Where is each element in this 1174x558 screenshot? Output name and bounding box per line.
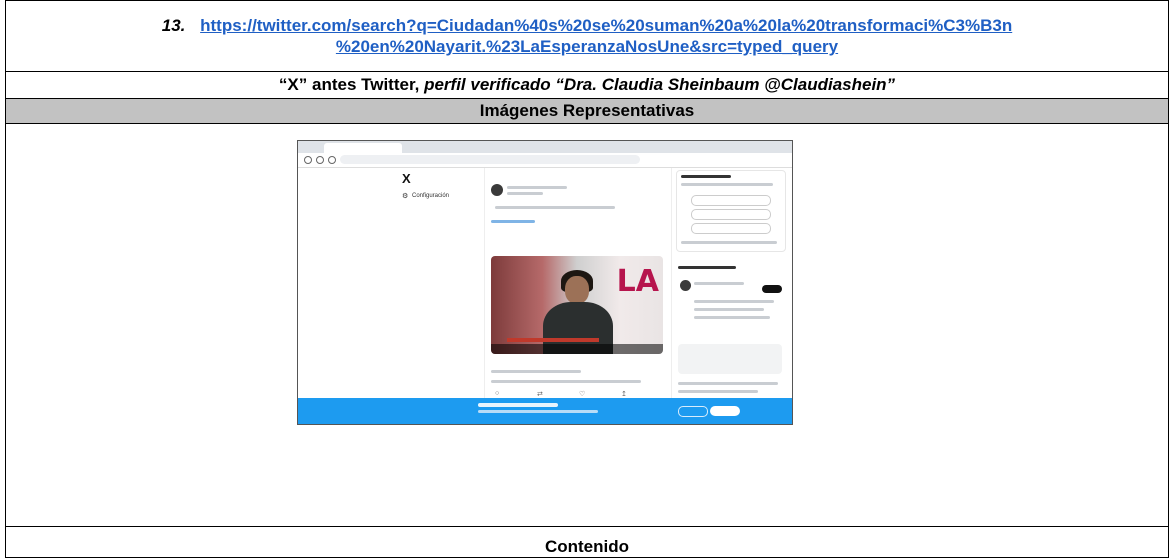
browser-tab-bar [298,141,792,153]
tweet-text [495,206,615,209]
author-handle [507,192,543,195]
evidence-table: 13. https://twitter.com/search?q=Ciudada… [5,0,1169,558]
profile-cell: “X” antes Twitter, perfil verificado “Dr… [5,71,1169,99]
url-cell: 13. https://twitter.com/search?q=Ciudada… [5,0,1169,72]
verified-profile-label: perfil verificado “Dra. Claudia Sheinbau… [424,75,896,94]
images-header-row: Imágenes Representativas [5,98,1169,124]
login-banner [298,398,792,424]
video-controls [491,344,663,354]
signup-box [676,170,786,252]
follow-button [762,285,782,293]
platform-label: “X” antes Twitter, [278,75,425,94]
trends-box [678,344,782,374]
signup-button [710,406,740,416]
back-icon [304,156,312,164]
login-button [678,406,708,417]
url-omnibox [340,155,640,164]
source-url-link[interactable]: https://twitter.com/search?q=Ciudadan%40… [200,16,1012,35]
avatar [491,184,503,196]
twitter-page: X ⚙ Configuración LA ○ ⇄ ♡ ↥ [298,168,792,398]
home-icon [328,156,336,164]
gear-icon: ⚙ [402,193,409,200]
apple-signin-button [691,209,771,220]
reload-icon [316,156,324,164]
browser-address-bar [298,153,792,168]
share-icon: ↥ [621,391,627,398]
source-url-link-continued[interactable]: %20en%20Nayarit.%23LaEsperanzaNosUne&src… [336,37,838,56]
author-name [507,186,567,189]
suggested-avatar [680,280,691,291]
create-account-button [691,223,771,234]
hashtag-link [491,220,535,223]
entry-number: 13. [161,16,186,35]
url-row: 13. https://twitter.com/search?q=Ciudada… [5,0,1169,72]
images-cell: X ⚙ Configuración LA ○ ⇄ ♡ ↥ [5,123,1169,527]
images-header: Imágenes Representativas [5,98,1169,124]
relevant-people-title [678,266,736,269]
tweet-stats [491,380,641,383]
browser-screenshot: X ⚙ Configuración LA ○ ⇄ ♡ ↥ [297,140,793,425]
video-person-face [565,276,589,304]
profile-row: “X” antes Twitter, perfil verificado “Dr… [5,71,1169,99]
reply-icon: ○ [495,390,500,397]
settings-label: Configuración [412,193,450,199]
tweet-video: LA [491,256,663,354]
content-header-row: Contenido [5,526,1169,558]
background-brand-text: LA [616,264,659,299]
tweet-meta [491,370,581,373]
sidebar [676,168,786,398]
images-row: X ⚙ Configuración LA ○ ⇄ ♡ ↥ [5,123,1169,527]
retweet-icon: ⇄ [537,391,543,398]
like-icon: ♡ [579,391,586,398]
google-signin-button [691,195,771,206]
tweet-post: LA ○ ⇄ ♡ ↥ [484,168,672,398]
x-logo: X [402,171,411,186]
content-header: Contenido [5,526,1169,558]
video-caption-bar [507,338,599,342]
browser-tab [324,143,402,153]
